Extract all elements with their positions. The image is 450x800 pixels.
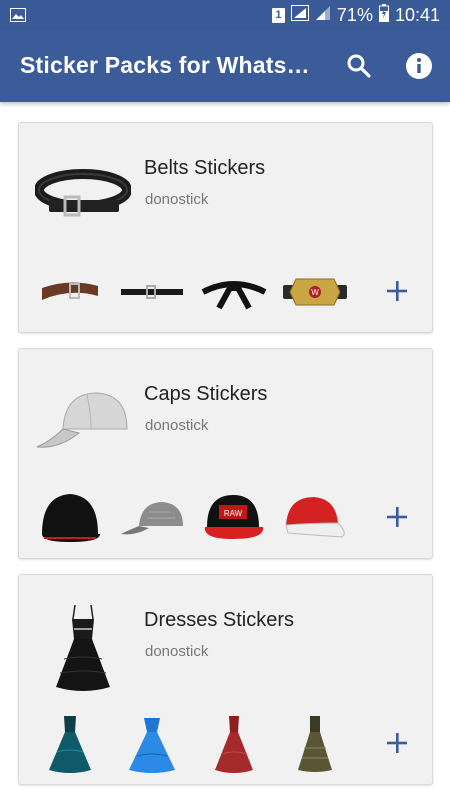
black-thin-belt-sticker	[117, 263, 187, 321]
sticker-preview-row: W	[35, 263, 365, 321]
pack-title: Belts Stickers	[144, 157, 266, 179]
pack-author: donostick	[145, 417, 209, 434]
brown-belt-sticker	[35, 263, 105, 321]
pack-author: donostick	[145, 191, 209, 208]
info-icon	[406, 53, 432, 79]
pack-thumbnail	[33, 371, 133, 471]
battery-charging-icon	[378, 4, 389, 27]
blue-ball-gown-sticker	[117, 715, 187, 773]
plus-icon	[387, 281, 407, 301]
sticker-preview-row	[35, 715, 365, 773]
status-indicators: 1 71% 10:41	[271, 4, 440, 27]
clock: 10:41	[394, 5, 440, 25]
pack-author: donostick	[145, 643, 209, 660]
search-icon	[347, 54, 371, 78]
sticker-pack-card[interactable]: Belts Stickers donostick W	[18, 122, 433, 333]
status-bar: 1 71% 10:41	[0, 0, 450, 30]
plus-icon	[387, 733, 407, 753]
black-cap-sticker	[35, 489, 105, 547]
add-pack-button[interactable]	[381, 501, 413, 533]
signal-icon	[290, 5, 309, 26]
cell-signal-icon	[315, 5, 331, 26]
app-title: Sticker Packs for Whats…	[20, 52, 310, 78]
black-red-cap-sticker: RAW	[199, 489, 269, 547]
sim-badge: 1	[271, 8, 285, 23]
sticker-pack-card[interactable]: Dresses Stickers donostick	[18, 574, 433, 785]
battery-percent: 71%	[336, 5, 373, 25]
svg-text:RAW: RAW	[224, 509, 243, 518]
pack-title: Caps Stickers	[144, 383, 268, 405]
sticker-pack-card[interactable]: Caps Stickers donostick RAW	[18, 348, 433, 559]
plus-icon	[387, 507, 407, 527]
add-pack-button[interactable]	[381, 275, 413, 307]
add-pack-button[interactable]	[381, 727, 413, 759]
pack-thumbnail	[33, 145, 133, 245]
teal-ball-gown-sticker	[35, 715, 105, 773]
pack-thumbnail	[33, 597, 133, 697]
red-white-cap-sticker	[280, 489, 350, 547]
search-button[interactable]	[341, 48, 377, 84]
info-button[interactable]	[401, 48, 437, 84]
karate-belt-sticker	[199, 263, 269, 321]
olive-dress-sticker	[280, 715, 350, 773]
app-bar: Sticker Packs for Whats…	[0, 30, 450, 102]
red-ball-gown-sticker	[199, 715, 269, 773]
svg-text:W: W	[311, 288, 319, 297]
championship-belt-sticker: W	[280, 263, 350, 321]
gallery-notification-icon	[10, 8, 26, 27]
grey-cap-sticker	[117, 489, 187, 547]
sticker-preview-row: RAW	[35, 489, 365, 547]
pack-title: Dresses Stickers	[144, 609, 295, 631]
